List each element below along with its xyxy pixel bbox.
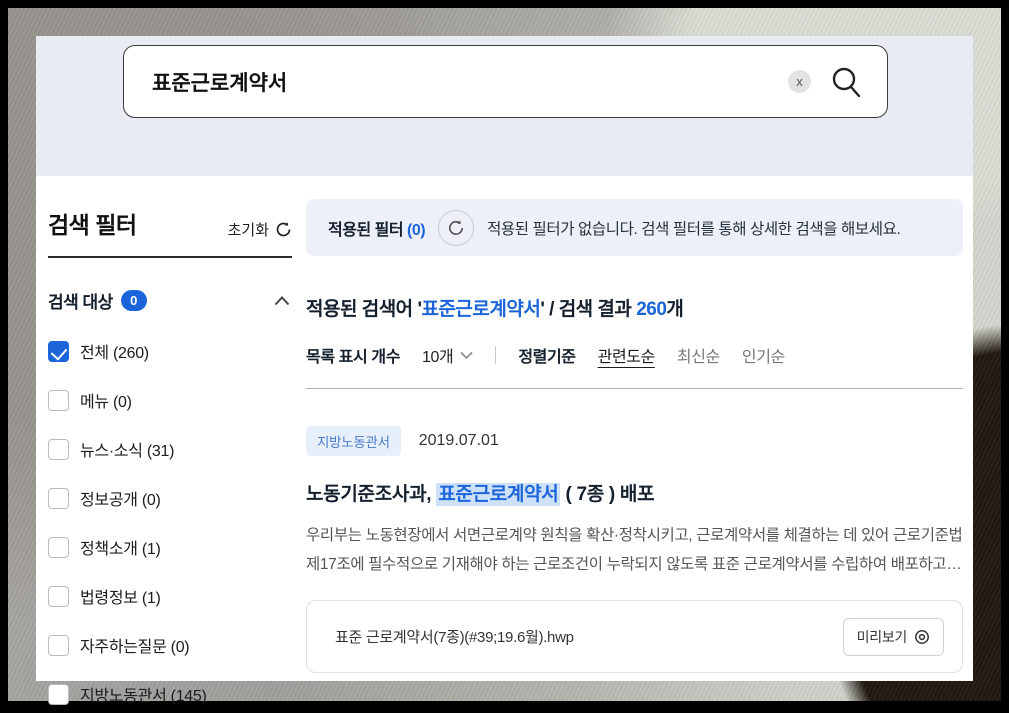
page-body: 검색 필터 초기화 검색 대상 0 전체 (260) 메뉴 (0) 뉴스·소식 … [36,176,973,713]
checkbox-label: 정책소개 (1) [80,541,161,558]
eye-icon [915,629,929,644]
title-prefix: 노동기준조사과, [306,484,437,505]
checkbox[interactable] [48,683,69,705]
applied-filter-message: 적용된 필터가 없습니다. 검색 필터를 통해 상세한 검색을 해보세요. [487,220,901,238]
refresh-circle-icon [449,219,464,235]
result-date: 2019.07.01 [418,432,499,449]
filter-item-local-office[interactable]: 지방노동관서 (145) [48,682,292,706]
sidebar-title: 검색 필터 [48,212,137,238]
reset-button[interactable]: 초기화 [228,219,292,240]
checkbox[interactable] [48,438,69,460]
sort-option-relevance[interactable]: 관련도순 [598,343,656,367]
checkbox[interactable] [48,389,69,411]
sort-option-popular[interactable]: 인기순 [742,343,785,367]
results-main: 적용된 필터 (0) 적용된 필터가 없습니다. 검색 필터를 통해 상세한 검… [292,176,973,713]
applied-filter-bar: 적용된 필터 (0) 적용된 필터가 없습니다. 검색 필터를 통해 상세한 검… [306,199,963,256]
checkbox-label: 뉴스·소식 (31) [80,443,175,460]
chevron-down-icon [460,351,473,359]
summary-keyword: 표준근로계약서 [421,299,541,320]
list-count-value: 10개 [422,349,454,366]
applied-filter-text: 적용된 필터 [328,221,404,239]
results-divider [306,388,963,389]
checkbox[interactable] [48,340,69,362]
x-icon: x [796,74,803,89]
list-count-dropdown[interactable]: 10개 [422,343,473,367]
clear-search-button[interactable]: x [788,70,811,93]
checkbox[interactable] [48,536,69,558]
filter-sidebar: 검색 필터 초기화 검색 대상 0 전체 (260) 메뉴 (0) 뉴스·소식 … [36,176,292,713]
filter-item-news[interactable]: 뉴스·소식 (31) [48,437,292,461]
sort-option-newest[interactable]: 최신순 [677,343,720,367]
chevron-up-icon [274,295,290,305]
result-item: 지방노동관서 2019.07.01 노동기준조사과, 표준근로계약서 ( 7종 … [306,426,963,673]
checkbox[interactable] [48,487,69,509]
vertical-divider [495,346,497,364]
search-input[interactable] [152,69,788,94]
summary-suffix: 개 [666,299,684,320]
category-tag: 지방노동관서 [306,426,401,456]
filter-item-law[interactable]: 법령정보 (1) [48,584,292,608]
checkbox-label: 정보공개 (0) [80,492,161,509]
reset-label: 초기화 [227,222,269,239]
filter-checkbox-list: 전체 (260) 메뉴 (0) 뉴스·소식 (31) 정보공개 (0) 정책소개… [48,339,292,706]
attachment-box: 표준 근로계약서(7종)(#39;19.6월).hwp 미리보기 [306,600,963,673]
filter-refresh-button[interactable] [438,209,475,246]
filter-item-faq[interactable]: 자주하는질문 (0) [48,633,292,657]
sort-label: 정렬기준 [518,349,576,366]
content-card: x 검색 필터 초기화 [36,36,973,705]
summary-middle: ' / 검색 결과 [540,299,637,320]
summary-count: 260 [636,299,667,320]
filter-group-title: 검색 대상 [48,293,113,312]
search-box: x [123,45,888,118]
results-summary: 적용된 검색어 '표준근로계약서' / 검색 결과 260개 [306,294,963,321]
filter-item-all[interactable]: 전체 (260) [48,339,292,363]
checkbox-label: 지방노동관서 (145) [80,688,207,705]
magnifier-icon [832,67,861,97]
checkbox-label: 전체 (260) [80,345,149,362]
preview-button[interactable]: 미리보기 [842,617,944,656]
applied-filter-count: (0) [407,221,426,239]
filter-item-policy[interactable]: 정책소개 (1) [48,535,292,559]
filter-item-menu[interactable]: 메뉴 (0) [48,388,292,412]
title-suffix: ( 7종 ) 배포 [560,484,655,505]
list-controls: 목록 표시 개수 10개 정렬기준 관련도순 최신순 인기순 [306,343,963,367]
checkbox[interactable] [48,585,69,607]
filter-group-header: 검색 대상 0 [48,288,292,313]
filter-item-info[interactable]: 정보공개 (0) [48,486,292,510]
collapse-button[interactable] [272,294,292,308]
result-title[interactable]: 노동기준조사과, 표준근로계약서 ( 7종 ) 배포 [306,479,963,506]
title-highlight: 표준근로계약서 [436,483,561,506]
list-count-label: 목록 표시 개수 [306,349,401,366]
screenshot-frame: x 검색 필터 초기화 [0,0,1009,713]
checkbox-label: 메뉴 (0) [80,394,132,411]
checkbox-label: 법령정보 (1) [80,590,161,607]
sidebar-header: 검색 필터 초기화 [48,206,292,240]
result-snippet: 우리부는 노동현장에서 서면근로계약 원칙을 확산·정착시키고, 근로계약서를 … [306,527,963,573]
search-band: x [36,36,973,176]
summary-prefix: 적용된 검색어 ' [306,299,422,320]
checkbox-label: 자주하는질문 (0) [80,639,190,656]
search-button[interactable] [829,65,863,99]
refresh-icon [276,222,291,237]
result-meta: 지방노동관서 2019.07.01 [306,426,963,456]
preview-label: 미리보기 [856,628,908,645]
count-badge: 0 [120,290,147,311]
checkbox[interactable] [48,634,69,656]
sidebar-divider [48,256,292,258]
attachment-filename: 표준 근로계약서(7종)(#39;19.6월).hwp [335,629,574,646]
applied-filter-label: 적용된 필터 (0) [328,216,426,240]
